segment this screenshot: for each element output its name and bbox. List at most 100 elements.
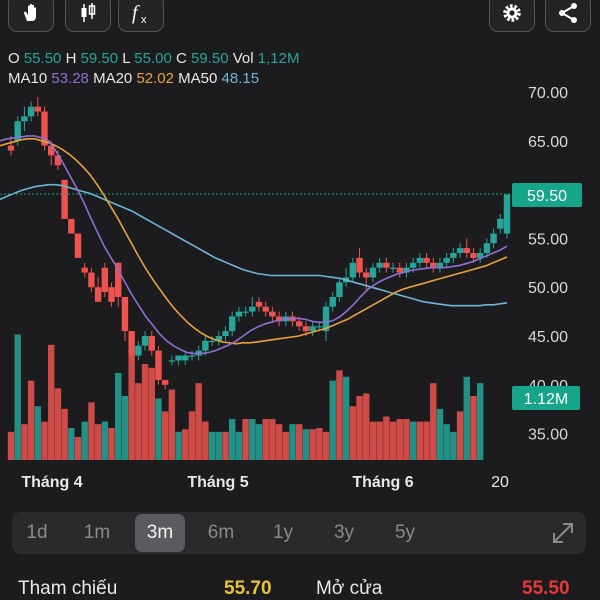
volume-bar bbox=[242, 419, 249, 460]
hand-pointer-button[interactable] bbox=[8, 0, 54, 32]
volume-bar bbox=[54, 388, 62, 460]
period-button-3y[interactable]: 3y bbox=[319, 514, 369, 552]
volume-bar bbox=[416, 421, 424, 460]
close-value: 59.50 bbox=[191, 50, 229, 67]
period-button-1m[interactable]: 1m bbox=[72, 514, 122, 552]
price-chart[interactable]: 70.0065.0055.0050.0045.0040.0035.00 59.5… bbox=[0, 86, 600, 500]
ohlc-legend: O 55.50 H 59.50 L 55.00 C 59.50 Vol 1,12… bbox=[8, 50, 299, 67]
volume-bar bbox=[329, 380, 336, 460]
candle-body bbox=[269, 311, 276, 317]
volume-bar bbox=[74, 436, 82, 460]
expand-icon[interactable] bbox=[550, 520, 576, 546]
candle-body bbox=[27, 106, 35, 117]
volume-bar bbox=[363, 393, 370, 460]
candle-body bbox=[128, 331, 135, 356]
candle-body bbox=[329, 296, 336, 307]
volume-bar bbox=[470, 396, 477, 460]
gear-icon bbox=[503, 4, 521, 22]
volume-bar bbox=[34, 406, 42, 460]
period-button-5y[interactable]: 5y bbox=[380, 514, 430, 552]
quote-summary: Tham chiếu 55.70 Mở cửa 55.50 bbox=[0, 578, 600, 600]
period-button-1d[interactable]: 1d bbox=[12, 514, 62, 552]
function-icon: f x bbox=[132, 2, 147, 26]
volume-bar bbox=[275, 424, 283, 460]
candle-body bbox=[463, 248, 470, 254]
volume-bar bbox=[108, 428, 115, 460]
candle-body bbox=[409, 262, 417, 268]
candle-body bbox=[121, 296, 129, 332]
volume-bar bbox=[222, 431, 229, 460]
candle-body bbox=[336, 282, 343, 297]
volume-bar bbox=[289, 424, 296, 460]
period-button-6m[interactable]: 6m bbox=[196, 514, 246, 552]
volume-bar bbox=[7, 431, 15, 460]
x-axis: Tháng 4 Tháng 5 Tháng 6 20 bbox=[21, 474, 509, 491]
volume-bar bbox=[175, 431, 182, 460]
candle-body bbox=[262, 306, 269, 312]
svg-text:x: x bbox=[141, 14, 147, 26]
indicators-button[interactable]: f x bbox=[118, 0, 164, 32]
volume-bar bbox=[148, 367, 155, 460]
volume-bar bbox=[309, 429, 316, 460]
candle-body bbox=[21, 116, 28, 122]
candle-body bbox=[376, 262, 383, 268]
volume-bar bbox=[383, 416, 390, 460]
high-label: H bbox=[65, 50, 77, 67]
settings-button[interactable] bbox=[489, 0, 535, 32]
candle-body bbox=[242, 311, 249, 313]
candle-body bbox=[175, 355, 182, 361]
volume-bar bbox=[101, 421, 109, 460]
candle-body bbox=[316, 326, 323, 328]
last-volume-label: 1.12M bbox=[524, 391, 568, 408]
candle-body bbox=[497, 218, 504, 229]
volume-bar bbox=[195, 383, 202, 460]
ma20-label: MA20 bbox=[93, 70, 133, 87]
candle-body bbox=[188, 355, 196, 357]
candlesticks bbox=[7, 96, 511, 390]
volume-bar bbox=[249, 419, 256, 460]
candle-body bbox=[396, 267, 403, 273]
volume-bar bbox=[389, 421, 397, 460]
candle-body bbox=[115, 262, 122, 297]
candle-body bbox=[108, 287, 115, 302]
candle-body bbox=[88, 272, 95, 288]
volume-bar bbox=[182, 429, 189, 460]
candle-body bbox=[389, 267, 397, 269]
ma50-label: MA50 bbox=[178, 70, 218, 87]
volume-bar bbox=[456, 411, 464, 460]
candle-body bbox=[202, 340, 209, 351]
volume-bar bbox=[68, 428, 75, 460]
y-tick-label: 65.00 bbox=[528, 134, 568, 151]
candle-body bbox=[228, 316, 236, 332]
candle-body bbox=[416, 257, 424, 263]
candlestick-type-button[interactable] bbox=[65, 0, 111, 32]
share-icon bbox=[559, 3, 577, 23]
period-button-1y[interactable]: 1y bbox=[258, 514, 308, 552]
volume-bar bbox=[128, 355, 135, 460]
candle-body bbox=[255, 301, 263, 307]
candle-body bbox=[302, 326, 310, 332]
volume-bar bbox=[61, 408, 68, 460]
volume-bar bbox=[155, 398, 162, 460]
period-selector: 1d 1m 3m 6m 1y 3y 5y bbox=[12, 512, 586, 554]
volume-bar bbox=[423, 421, 430, 460]
volume-bar bbox=[403, 419, 410, 460]
ma10-value: 53.28 bbox=[51, 70, 89, 87]
period-button-3m[interactable]: 3m bbox=[135, 514, 185, 552]
candle-body bbox=[34, 106, 42, 112]
volume-bar bbox=[282, 431, 290, 460]
candle-body bbox=[450, 253, 457, 258]
share-button[interactable] bbox=[545, 0, 591, 32]
candle-body bbox=[155, 350, 162, 380]
y-tick-label: 55.00 bbox=[528, 231, 568, 248]
volume-bar bbox=[161, 411, 169, 460]
candle-body bbox=[101, 267, 109, 293]
volume-bar bbox=[262, 419, 269, 460]
y-tick-label: 35.00 bbox=[528, 427, 568, 444]
volume-bar bbox=[356, 396, 363, 460]
candle-body bbox=[296, 321, 303, 327]
candle-body bbox=[235, 311, 243, 317]
volume-bar bbox=[376, 421, 383, 460]
open-label: O bbox=[8, 50, 20, 67]
x-tick-label: Tháng 4 bbox=[21, 474, 82, 491]
